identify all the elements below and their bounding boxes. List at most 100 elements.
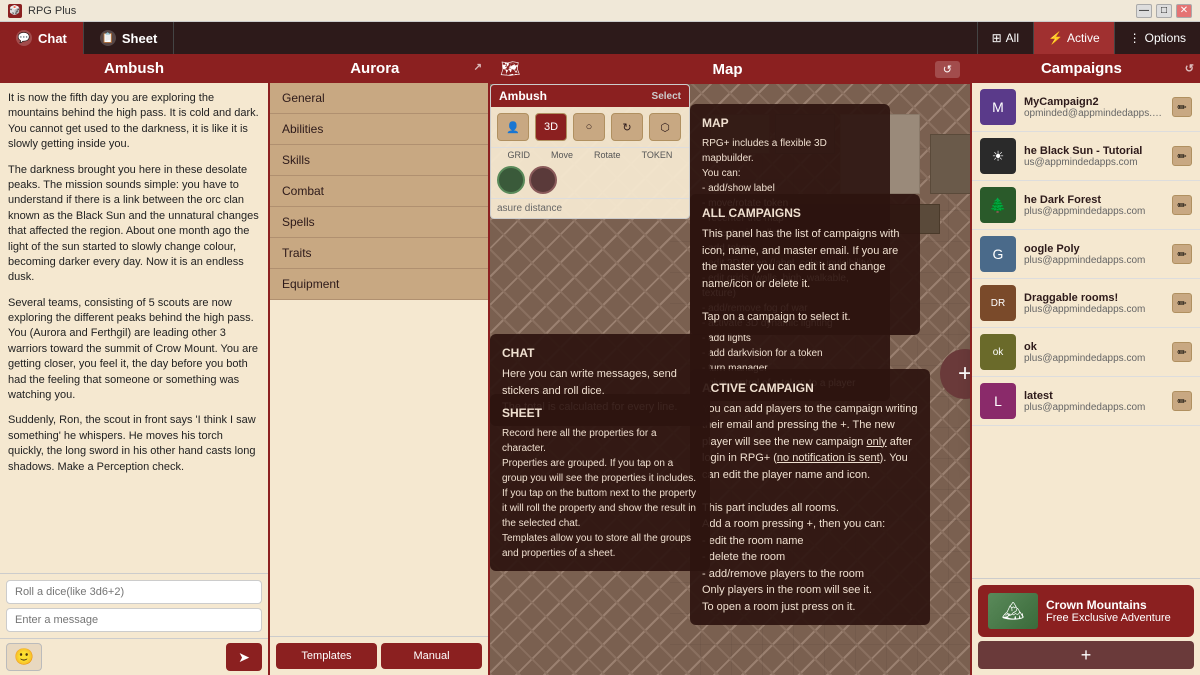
- active-icon: ⚡: [1048, 31, 1063, 45]
- map-token-icon-btn[interactable]: ⬡: [649, 113, 681, 141]
- sheet-overlay-title: SHEET: [502, 404, 698, 422]
- chat-nav-icon: 💬: [16, 30, 32, 46]
- campaign-info-google-poly: oogle Poly plus@appmindedapps.com: [1024, 243, 1164, 266]
- map-header-title: Map: [713, 61, 743, 78]
- campaign-name-black-sun: he Black Sun - Tutorial: [1024, 145, 1164, 157]
- map-control-labels: GRID Move Rotate TOKEN: [491, 147, 689, 162]
- sheet-skills-btn[interactable]: Skills: [270, 145, 488, 176]
- campaigns-footer: 🏔 Crown Mountains Free Exclusive Adventu…: [972, 578, 1200, 675]
- campaign-edit-ok[interactable]: ✏: [1172, 342, 1192, 362]
- sheet-nav-label: Sheet: [122, 31, 157, 46]
- campaign-name-latest: latest: [1024, 390, 1164, 402]
- campaign-edit-dark-forest[interactable]: ✏: [1172, 195, 1192, 215]
- map-3d-btn[interactable]: 3D: [535, 113, 567, 141]
- map-select-btn[interactable]: Select: [652, 91, 681, 102]
- app-title: RPG Plus: [28, 5, 76, 17]
- map-rotate-icon-btn[interactable]: ↻: [611, 113, 643, 141]
- campaign-edit-black-sun[interactable]: ✏: [1172, 146, 1192, 166]
- campaign-item-mycampaign2[interactable]: M MyCampaign2 opminded@appmindedapps.com…: [972, 83, 1200, 132]
- campaign-item-black-sun[interactable]: ☀ he Black Sun - Tutorial us@appmindedap…: [972, 132, 1200, 181]
- campaign-edit-draggable[interactable]: ✏: [1172, 293, 1192, 313]
- nav-all-btn[interactable]: ⊞ All: [977, 22, 1033, 54]
- grid-label: GRID: [508, 150, 531, 160]
- map-block-4: [930, 134, 970, 194]
- message-input[interactable]: [6, 608, 262, 632]
- token-1[interactable]: [497, 166, 525, 194]
- campaign-name-google-poly: oogle Poly: [1024, 243, 1164, 255]
- manual-button[interactable]: Manual: [381, 643, 482, 669]
- app-icon: 🎲: [8, 4, 22, 18]
- campaign-edit-google-poly[interactable]: ✏: [1172, 244, 1192, 264]
- campaigns-header: Campaigns ↺: [972, 54, 1200, 83]
- map-panel[interactable]: 🗺 Map ↺ Ambush Select 👤 3D ○ ↻ ⬡ GR: [490, 54, 970, 675]
- campaign-item-latest[interactable]: L latest plus@appmindedapps.com ✏: [972, 377, 1200, 426]
- templates-button[interactable]: Templates: [276, 643, 377, 669]
- map-refresh-btn[interactable]: ↺: [935, 61, 960, 78]
- campaign-email-black-sun: us@appmindedapps.com: [1024, 157, 1164, 168]
- chat-header: Ambush: [0, 54, 268, 83]
- nav-active-btn[interactable]: ⚡ Active: [1033, 22, 1114, 54]
- campaign-edit-mycampaign2[interactable]: ✏: [1172, 97, 1192, 117]
- active-label: Active: [1067, 31, 1100, 45]
- campaign-item-draggable[interactable]: DR Draggable rooms! plus@appmindedapps.c…: [972, 279, 1200, 328]
- map-3d-icon-btn[interactable]: 👤: [497, 113, 529, 141]
- sheet-spells-btn[interactable]: Spells: [270, 207, 488, 238]
- chat-message-3: Several teams, consisting of 5 scouts ar…: [8, 296, 260, 404]
- campaign-item-ok[interactable]: ok ok plus@appmindedapps.com ✏: [972, 328, 1200, 377]
- campaign-email-google-poly: plus@appmindedapps.com: [1024, 255, 1164, 266]
- minimize-button[interactable]: —: [1136, 4, 1152, 18]
- campaign-item-dark-forest[interactable]: 🌲 he Dark Forest plus@appmindedapps.com …: [972, 181, 1200, 230]
- chat-messages[interactable]: It is now the fifth day you are explorin…: [0, 83, 268, 573]
- person-icon: 👤: [506, 121, 520, 134]
- crown-mountains-card[interactable]: 🏔 Crown Mountains Free Exclusive Adventu…: [978, 585, 1194, 637]
- campaigns-title: Campaigns: [1041, 60, 1122, 77]
- window-controls[interactable]: — □ ✕: [1136, 4, 1192, 18]
- campaign-name-ok: ok: [1024, 341, 1164, 353]
- sheet-nav-icon: 📋: [100, 30, 116, 46]
- map-token-row: [491, 162, 689, 198]
- close-button[interactable]: ✕: [1176, 4, 1192, 18]
- sticker-button[interactable]: 🙂: [6, 643, 42, 671]
- campaign-email-ok: plus@appmindedapps.com: [1024, 353, 1164, 364]
- campaign-item-google-poly[interactable]: G oogle Poly plus@appmindedapps.com ✏: [972, 230, 1200, 279]
- crown-mountains-title: Crown Mountains: [1046, 598, 1171, 612]
- campaigns-panel: Campaigns ↺ M MyCampaign2 opminded@appmi…: [970, 54, 1200, 675]
- campaign-email-latest: plus@appmindedapps.com: [1024, 402, 1164, 413]
- campaign-name-mycampaign2: MyCampaign2: [1024, 96, 1164, 108]
- chat-overlay-title: CHAT: [502, 344, 698, 362]
- sheet-overlay: SHEET Record here all the properties for…: [490, 394, 710, 571]
- sheet-general-btn[interactable]: General: [270, 83, 488, 114]
- maximize-button[interactable]: □: [1156, 4, 1172, 18]
- campaign-info-mycampaign2: MyCampaign2 opminded@appmindedapps.com: [1024, 96, 1164, 119]
- campaign-info-black-sun: he Black Sun - Tutorial us@appmindedapps…: [1024, 145, 1164, 168]
- crown-mountains-info: Crown Mountains Free Exclusive Adventure: [1046, 598, 1171, 624]
- send-button[interactable]: ➤: [226, 643, 262, 671]
- dice-input[interactable]: [6, 580, 262, 604]
- sheet-equipment-btn[interactable]: Equipment: [270, 269, 488, 300]
- sheet-abilities-btn[interactable]: Abilities: [270, 114, 488, 145]
- all-campaigns-overlay: ALL CAMPAIGNS This panel has the list of…: [690, 194, 920, 335]
- campaign-email-dark-forest: plus@appmindedapps.com: [1024, 206, 1164, 217]
- campaign-avatar-ok: ok: [980, 334, 1016, 370]
- sheet-traits-btn[interactable]: Traits: [270, 238, 488, 269]
- campaigns-refresh-icon[interactable]: ↺: [1185, 62, 1194, 75]
- move-label: Move: [551, 150, 573, 160]
- sheet-header: Aurora ↗: [270, 54, 488, 83]
- nav-options-btn[interactable]: ⋮ Options: [1114, 22, 1200, 54]
- sheet-expand-icon[interactable]: ↗: [474, 62, 482, 73]
- token-2[interactable]: [529, 166, 557, 194]
- nav-tab-chat[interactable]: 💬 Chat: [0, 22, 84, 54]
- sheet-combat-btn[interactable]: Combat: [270, 176, 488, 207]
- nav-tab-sheet[interactable]: 📋 Sheet: [84, 22, 174, 54]
- map-measure-label[interactable]: asure distance: [491, 198, 689, 218]
- add-campaign-button[interactable]: +: [978, 641, 1194, 669]
- nav-bar: 💬 Chat 📋 Sheet ⊞ All ⚡ Active ⋮ Options: [0, 22, 1200, 54]
- map-circle-btn[interactable]: ○: [573, 113, 605, 141]
- campaign-info-dark-forest: he Dark Forest plus@appmindedapps.com: [1024, 194, 1164, 217]
- nav-right-group: ⊞ All ⚡ Active ⋮ Options: [977, 22, 1200, 54]
- rotate-label: Rotate: [594, 150, 621, 160]
- options-icon: ⋮: [1129, 31, 1141, 45]
- campaign-edit-latest[interactable]: ✏: [1172, 391, 1192, 411]
- chat-message-1: It is now the fifth day you are explorin…: [8, 91, 260, 153]
- sheet-title: Aurora: [350, 60, 399, 77]
